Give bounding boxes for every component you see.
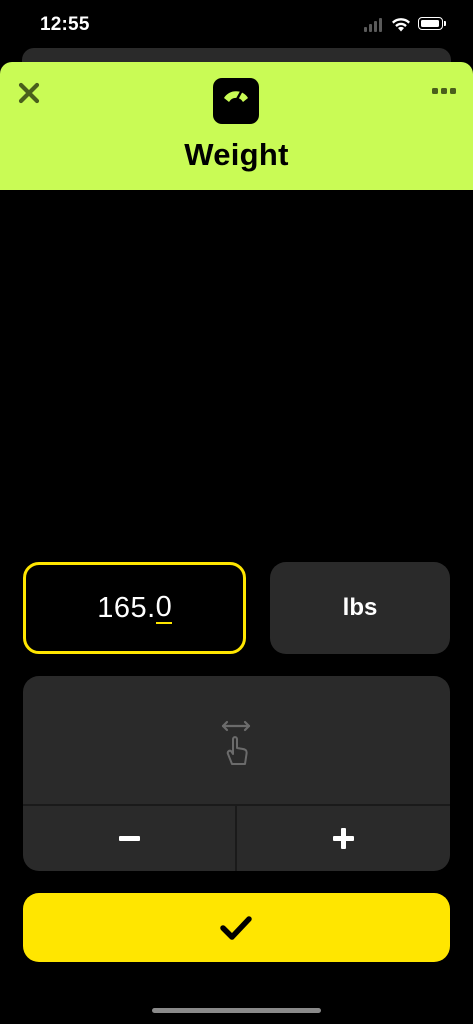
checkmark-icon [220, 916, 252, 940]
weight-value-main: 165. [97, 591, 156, 624]
battery-cap [444, 21, 446, 26]
close-icon[interactable] [16, 80, 42, 106]
more-icon[interactable] [430, 82, 458, 100]
page-title: Weight [184, 137, 289, 172]
metric-header: Weight [0, 62, 473, 190]
stepper-panel [23, 676, 450, 871]
status-bar: 12:55 [0, 0, 473, 52]
minus-icon [119, 836, 140, 841]
confirm-button[interactable] [23, 893, 450, 962]
cellular-signal-icon [364, 18, 384, 32]
swipe-gesture-icon [221, 720, 251, 765]
unit-button[interactable]: lbs [270, 562, 450, 654]
unit-label: lbs [342, 594, 378, 621]
home-indicator[interactable] [152, 1008, 321, 1013]
decrement-button[interactable] [23, 806, 235, 871]
battery-icon [418, 17, 443, 30]
status-time: 12:55 [40, 14, 90, 35]
weight-value-input[interactable]: 165. 0 [23, 562, 246, 654]
scale-icon [213, 78, 259, 124]
increment-button[interactable] [237, 806, 450, 871]
weight-value-active-digit: 0 [155, 590, 172, 625]
swipe-adjust-area[interactable] [23, 676, 450, 804]
wifi-icon [392, 18, 410, 32]
